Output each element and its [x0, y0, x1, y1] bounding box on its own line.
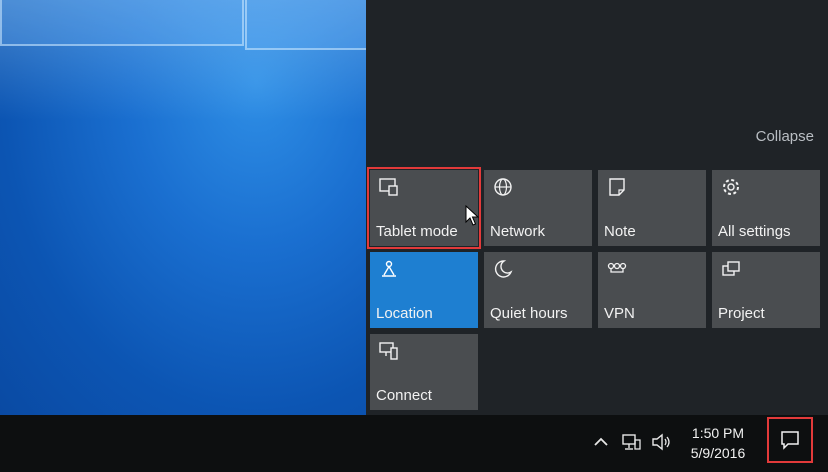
tile-tablet-mode[interactable]: Tablet mode: [367, 167, 481, 249]
show-hidden-icons-chevron-up-icon[interactable]: [590, 431, 612, 453]
tile-label: Connect: [376, 387, 432, 404]
tile-location[interactable]: Location: [370, 252, 478, 328]
tile-label: Network: [490, 223, 546, 240]
location-icon: [382, 260, 396, 277]
tile-label: Project: [718, 305, 765, 322]
tile-label: Note: [604, 223, 636, 240]
tile-connect[interactable]: Connect: [370, 334, 478, 410]
tile-vpn[interactable]: VPN: [598, 252, 706, 328]
collapse-link[interactable]: Collapse: [756, 128, 814, 145]
wallpaper-window-pane: [245, 0, 366, 50]
tile-note[interactable]: Note: [598, 170, 706, 246]
action-center-panel: Collapse Tablet mode Network Note All se…: [366, 0, 828, 415]
tile-all-settings[interactable]: All settings: [712, 170, 820, 246]
taskbar-clock[interactable]: 1:50 PM 5/9/2016: [686, 423, 750, 463]
clock-time: 1:50 PM: [691, 425, 745, 441]
tile-label: Tablet mode: [376, 223, 458, 240]
tile-label: Quiet hours: [490, 305, 568, 322]
tile-label: All settings: [718, 223, 791, 240]
tablet-mode-icon: [379, 178, 398, 196]
note-icon: [609, 178, 625, 196]
vpn-icon: [607, 262, 627, 273]
taskbar: 1:50 PM 5/9/2016: [0, 415, 828, 472]
wallpaper-window-pane: [0, 0, 244, 46]
gear-icon: [723, 179, 739, 195]
clock-date: 5/9/2016: [690, 445, 746, 461]
tile-project[interactable]: Project: [712, 252, 820, 328]
tile-label: VPN: [604, 305, 635, 322]
tile-quiet-hours[interactable]: Quiet hours: [484, 252, 592, 328]
project-icon: [722, 261, 740, 276]
volume-icon[interactable]: [650, 431, 672, 453]
mouse-cursor-icon: [465, 205, 479, 226]
action-center-button[interactable]: [767, 417, 813, 463]
network-globe-icon: [494, 178, 512, 196]
tile-network[interactable]: Network: [484, 170, 592, 246]
moon-icon: [494, 260, 513, 278]
network-wired-icon[interactable]: [620, 431, 642, 453]
tile-label: Location: [376, 305, 433, 322]
desktop-wallpaper: [0, 0, 366, 415]
action-center-notification-icon: [781, 431, 799, 450]
connect-icon: [379, 342, 398, 360]
